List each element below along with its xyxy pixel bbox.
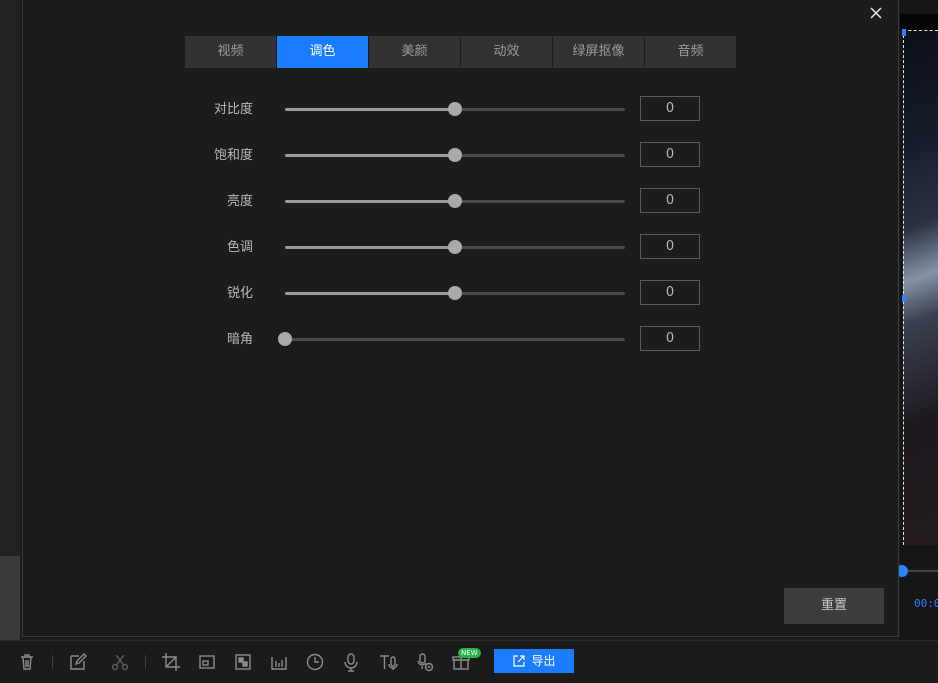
adjustment-label: 亮度 (226, 194, 253, 209)
voice-change-icon[interactable] (414, 651, 436, 673)
adjustment-slider[interactable] (285, 240, 625, 254)
tab-2[interactable]: 美颜 (369, 36, 460, 68)
slider-thumb[interactable] (448, 102, 462, 116)
slider-fill (285, 108, 455, 111)
audio-wave-icon[interactable] (268, 651, 290, 673)
adjustment-label: 色调 (226, 240, 253, 255)
adjustment-row: 色调 0 (23, 234, 898, 280)
slider-thumb[interactable] (278, 332, 292, 346)
adjustment-value-input[interactable]: 0 (640, 234, 700, 259)
selection-border-top (903, 30, 938, 31)
text-to-speech-icon[interactable] (377, 651, 399, 673)
export-icon (513, 655, 526, 667)
slider-thumb[interactable] (448, 240, 462, 254)
adjustment-label: 暗角 (226, 332, 253, 347)
toolbar-divider (52, 655, 53, 669)
adjustment-slider[interactable] (285, 286, 625, 300)
video-preview-panel: 00:0 (896, 0, 938, 640)
reset-button[interactable]: 重置 (784, 588, 884, 624)
adjustment-slider[interactable] (285, 194, 625, 208)
adjustment-label: 对比度 (213, 102, 253, 117)
slider-fill (285, 246, 455, 249)
slider-fill (285, 200, 455, 203)
adjustment-row: 亮度 0 (23, 188, 898, 234)
adjustment-row: 饱和度 0 (23, 142, 898, 188)
export-label: 导出 (531, 654, 556, 668)
adjustment-row: 对比度 0 (23, 96, 898, 142)
left-panel-lower (0, 556, 20, 640)
tab-0[interactable]: 视频 (185, 36, 276, 68)
adjustment-slider[interactable] (285, 148, 625, 162)
preview-video-frame[interactable] (903, 30, 938, 545)
adjustment-slider[interactable] (285, 102, 625, 116)
adjustment-label: 饱和度 (213, 148, 253, 163)
left-panel-edge (0, 0, 20, 640)
slider-thumb[interactable] (448, 148, 462, 162)
slider-thumb[interactable] (448, 286, 462, 300)
tab-5[interactable]: 音频 (645, 36, 736, 68)
adjustment-value-input[interactable]: 0 (640, 280, 700, 305)
clock-icon[interactable] (304, 651, 326, 673)
properties-dialog: 视频 调色 美颜 动效 绿屏抠像 音频 对比度 0 饱和度 0 亮度 0 色调 0 锐化 0 暗角 0 重置 (22, 0, 899, 637)
color-adjustments: 对比度 0 饱和度 0 亮度 0 色调 0 锐化 0 暗角 0 (23, 96, 898, 372)
preview-top-bar (900, 14, 938, 30)
resize-icon[interactable] (196, 651, 218, 673)
close-icon[interactable] (868, 6, 884, 22)
adjustment-row: 暗角 0 (23, 326, 898, 372)
tab-1[interactable]: 调色 (277, 36, 368, 68)
tab-3[interactable]: 动效 (461, 36, 552, 68)
mosaic-icon[interactable] (232, 651, 254, 673)
resize-handle-top-left[interactable] (902, 29, 906, 36)
adjustment-value-input[interactable]: 0 (640, 326, 700, 351)
editor-window: 00:0 视频 调色 美颜 动效 绿屏抠像 音频 对比度 0 饱和度 0 亮度 0 色调 0 锐化 0 暗角 0… (0, 0, 938, 683)
adjustment-value-input[interactable]: 0 (640, 188, 700, 213)
crop-icon[interactable] (160, 651, 182, 673)
adjustment-value-input[interactable]: 0 (640, 96, 700, 121)
tab-4[interactable]: 绿屏抠像 (553, 36, 644, 68)
slider-fill (285, 292, 455, 295)
selection-border-left (903, 30, 904, 545)
microphone-icon[interactable] (340, 651, 362, 673)
trash-icon[interactable] (16, 651, 38, 673)
property-tabs: 视频 调色 美颜 动效 绿屏抠像 音频 (185, 36, 737, 68)
export-button[interactable]: 导出 (494, 649, 574, 673)
scissors-icon[interactable] (109, 651, 131, 673)
resize-handle-left[interactable] (902, 295, 906, 302)
new-badge: NEW (458, 648, 481, 658)
slider-thumb[interactable] (448, 194, 462, 208)
current-time: 00:0 (914, 597, 938, 610)
toolbar-divider (145, 655, 146, 669)
adjustment-slider[interactable] (278, 332, 625, 346)
adjustment-value-input[interactable]: 0 (640, 142, 700, 167)
adjustment-label: 锐化 (226, 286, 253, 301)
adjustment-row: 锐化 0 (23, 280, 898, 326)
bottom-toolbar: NEW 导出 (0, 640, 938, 683)
slider-fill (285, 154, 455, 157)
edit-icon[interactable] (67, 651, 89, 673)
